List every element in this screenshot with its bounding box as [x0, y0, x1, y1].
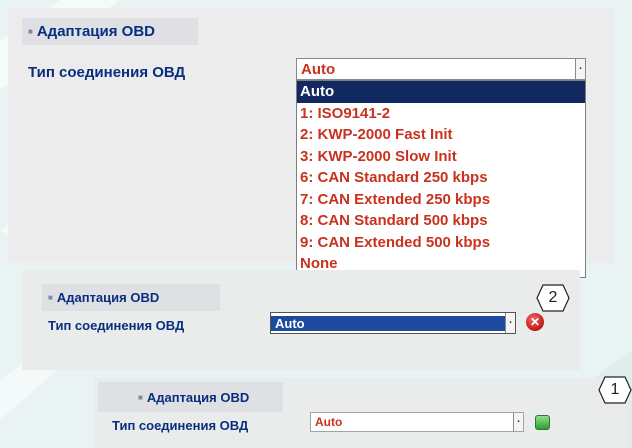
- dropdown-arrow-icon[interactable]: ▪: [575, 59, 585, 79]
- obd-adaptation-header[interactable]: ■ Адаптация OBD: [42, 284, 220, 311]
- callout-2-badge: 2: [536, 284, 570, 312]
- select-value: Auto: [315, 415, 343, 429]
- ok-green-icon: [535, 415, 550, 430]
- callout-1-badge: 1: [598, 376, 632, 404]
- obd-adaptation-header[interactable]: ■ Адаптация OBD: [22, 18, 198, 45]
- dropdown-option[interactable]: 1: ISO9141-2: [297, 103, 585, 125]
- connection-type-select[interactable]: Auto ▪: [270, 312, 516, 334]
- collapse-bullet-icon: ■: [138, 392, 143, 402]
- connection-type-select[interactable]: Auto ▪: [296, 58, 586, 80]
- dropdown-option[interactable]: 7: CAN Extended 250 kbps: [297, 189, 585, 211]
- dropdown-option[interactable]: Auto: [297, 81, 585, 103]
- connection-type-dropdown-list: Auto 1: ISO9141-2 2: KWP-2000 Fast Init …: [296, 80, 586, 278]
- obd-adaptation-header[interactable]: ■ Адаптация OBD: [98, 382, 283, 412]
- dropdown-option[interactable]: 3: KWP-2000 Slow Init: [297, 146, 585, 168]
- collapse-bullet-icon: ■: [28, 27, 33, 36]
- collapse-bullet-icon: ■: [48, 293, 53, 302]
- select-value: Auto: [301, 60, 336, 78]
- dropdown-arrow-icon[interactable]: ▪: [513, 413, 523, 431]
- dropdown-option[interactable]: 9: CAN Extended 500 kbps: [297, 232, 585, 254]
- header-title: Адаптация OBD: [146, 389, 250, 405]
- connection-type-label: Тип соединения ОВД: [28, 64, 186, 81]
- header-title: Адаптация OBD: [56, 290, 160, 305]
- dropdown-option[interactable]: 2: KWP-2000 Fast Init: [297, 124, 585, 146]
- dropdown-option[interactable]: 8: CAN Standard 500 kbps: [297, 210, 585, 232]
- dropdown-arrow-icon[interactable]: ▪: [505, 313, 515, 333]
- connection-type-label: Тип соединения ОВД: [112, 418, 249, 433]
- connection-type-select[interactable]: Auto ▪: [310, 412, 524, 432]
- dropdown-option[interactable]: 6: CAN Standard 250 kbps: [297, 167, 585, 189]
- header-title: Адаптация OBD: [36, 23, 155, 40]
- error-x-icon: ✕: [526, 313, 544, 331]
- callout-number: 2: [548, 289, 558, 306]
- connection-type-label: Тип соединения ОВД: [48, 318, 185, 333]
- select-value: Auto: [271, 315, 505, 331]
- callout-number: 1: [610, 381, 620, 398]
